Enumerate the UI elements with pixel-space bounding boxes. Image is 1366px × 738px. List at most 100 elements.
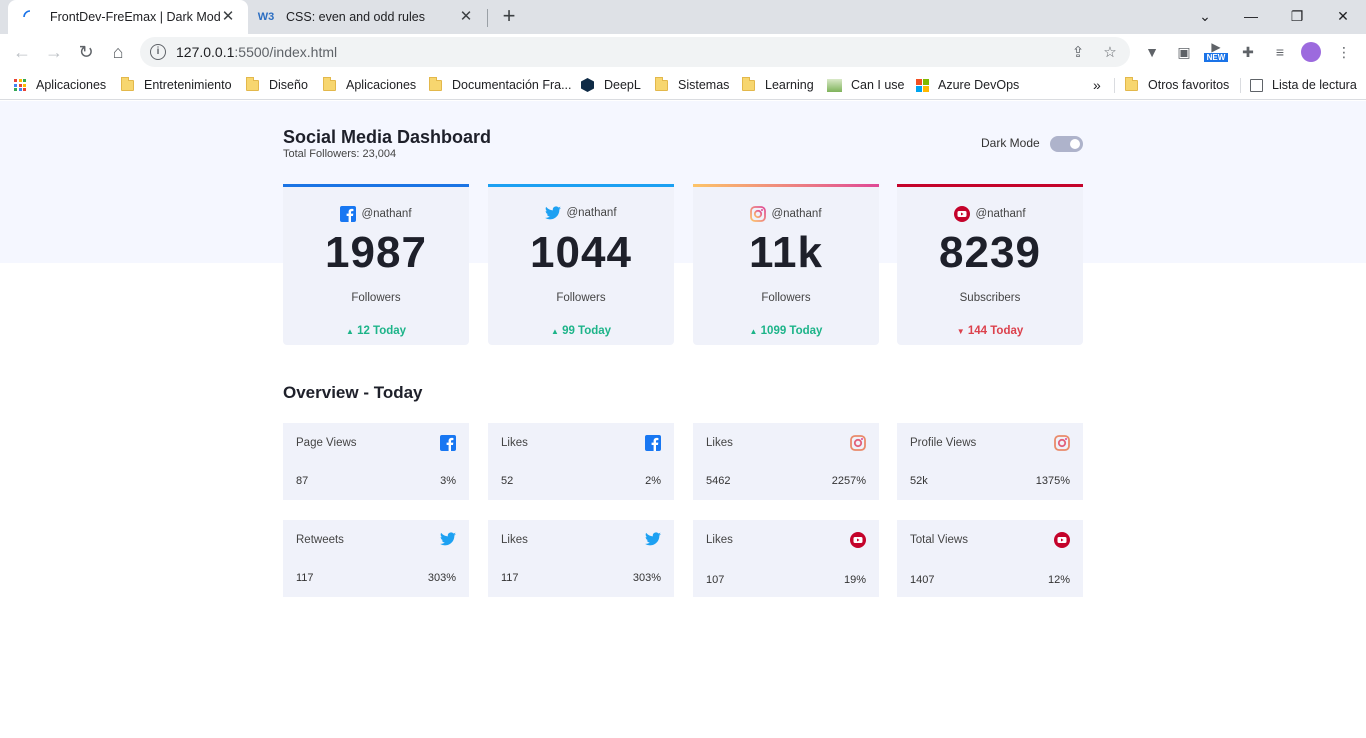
vpn-extension-icon[interactable]: ▼ [1142, 42, 1162, 62]
bookmark-deepl[interactable]: DeepL [581, 76, 641, 94]
card-accent-bar [897, 184, 1083, 187]
arrow-up-icon: ▲ [345, 327, 354, 336]
header-background [0, 101, 1366, 263]
overview-percent: 12% [1047, 574, 1070, 586]
daily-change: ▲ 99 Today [550, 325, 612, 337]
back-button[interactable]: ← [10, 40, 34, 64]
overview-value: 87 [296, 475, 309, 487]
home-button[interactable]: ⌂ [106, 40, 130, 64]
card-handle: @nathanf [693, 206, 879, 222]
card-facebook: @nathanf 1987 Followers ▲ 12 Today [283, 184, 469, 345]
follower-unit: Followers [761, 292, 811, 304]
browser-toolbar: ← → ↻ ⌂ i 127.0.0.1:5500/index.html ⇪ ☆ … [0, 34, 1366, 70]
overview-label: Retweets [296, 534, 344, 546]
reading-list-icon [1250, 78, 1263, 92]
reload-button[interactable]: ↻ [74, 40, 98, 64]
daily-change: ▼ 144 Today [956, 325, 1024, 337]
bookmarks-divider [1240, 78, 1241, 93]
twitter-icon [645, 532, 661, 551]
arrow-down-icon: ▼ [956, 327, 965, 336]
overview-label: Likes [501, 534, 528, 546]
folder-icon [655, 76, 668, 91]
extensions-puzzle-icon[interactable]: ✚ [1238, 42, 1258, 62]
extension-gray-icon[interactable]: ▣ [1174, 42, 1194, 62]
dark-mode-toggle[interactable] [1050, 136, 1083, 152]
new-tab-button[interactable]: + [498, 5, 520, 28]
facebook-icon [645, 435, 661, 456]
overview-value: 117 [296, 572, 314, 584]
tab-inactive[interactable]: W3 CSS: even and odd rules ✕ [250, 0, 486, 34]
media-queue-icon[interactable]: ≡ [1270, 42, 1290, 62]
overview-percent: 2% [645, 475, 661, 487]
reading-list-button[interactable]: Lista de lectura [1250, 76, 1357, 94]
bookmark-star-icon[interactable]: ☆ [1100, 43, 1120, 63]
site-info-icon[interactable]: i [150, 44, 166, 60]
card-accent-bar [488, 184, 674, 187]
w3-favicon-icon: W3 [257, 11, 275, 23]
overview-card-instagram-likes: Likes 5462 2257% [693, 423, 879, 500]
overview-percent: 303% [632, 572, 661, 584]
close-tab-icon[interactable]: ✕ [220, 9, 236, 25]
overview-percent: 303% [427, 572, 456, 584]
profile-avatar[interactable] [1301, 42, 1321, 62]
folder-icon [323, 76, 336, 91]
daily-change: ▲ 1099 Today [749, 325, 823, 337]
overview-card-youtube-total-views: Total Views 1407 12% [897, 520, 1083, 597]
overview-percent: 19% [843, 574, 866, 586]
bookmark-folder[interactable]: Documentación Fra... [429, 76, 572, 94]
twitter-icon [545, 206, 562, 220]
forward-button[interactable]: → [42, 40, 66, 64]
overview-value: 52k [910, 475, 928, 487]
bookmark-folder[interactable]: Aplicaciones [323, 76, 416, 94]
twitter-icon [440, 532, 456, 551]
browser-menu-icon[interactable]: ⋮ [1334, 42, 1354, 62]
bookmark-folder[interactable]: Sistemas [655, 76, 729, 94]
instagram-icon [1054, 435, 1070, 456]
overview-percent: 1375% [1035, 475, 1070, 487]
overview-value: 117 [501, 572, 519, 584]
close-window-button[interactable]: ✕ [1331, 4, 1355, 28]
bookmark-caniuse[interactable]: Can I use [827, 76, 905, 94]
address-bar[interactable]: i 127.0.0.1:5500/index.html ⇪ ☆ [140, 37, 1130, 67]
bookmark-apps[interactable]: Aplicaciones [14, 76, 106, 94]
overview-value: 1407 [910, 574, 935, 586]
card-twitter: @nathanf 1044 Followers ▲ 99 Today [488, 184, 674, 345]
overview-card-twitter-likes: Likes 117 303% [488, 520, 674, 597]
bookmark-azure[interactable]: Azure DevOps [916, 76, 1019, 94]
follower-count: 8239 [939, 228, 1041, 277]
overview-label: Page Views [296, 437, 357, 449]
spinner-icon [22, 9, 38, 25]
overview-card-facebook-likes: Likes 52 2% [488, 423, 674, 500]
new-extension-icon[interactable]: ▶ NEW [1204, 41, 1228, 62]
daily-change: ▲ 12 Today [345, 325, 407, 337]
overview-label: Likes [706, 534, 733, 546]
close-tab-icon[interactable]: ✕ [458, 9, 474, 25]
bookmark-folder[interactable]: Learning [742, 76, 814, 94]
overview-percent: 3% [440, 475, 456, 487]
folder-icon [742, 76, 755, 91]
bookmarks-overflow-button[interactable]: » [1093, 76, 1101, 94]
apps-grid-icon [14, 79, 26, 91]
bookmarks-bar: Aplicaciones Entretenimiento Diseño Apli… [0, 70, 1366, 100]
microsoft-icon [916, 78, 929, 92]
follower-unit: Followers [351, 292, 401, 304]
bookmark-folder[interactable]: Entretenimiento [121, 76, 232, 94]
url-text[interactable]: 127.0.0.1:5500/index.html [176, 44, 337, 60]
follower-count: 1044 [530, 228, 632, 277]
page-viewport: Social Media Dashboard Total Followers: … [0, 101, 1366, 738]
bookmark-other-favorites[interactable]: Otros favoritos [1125, 76, 1229, 94]
tab-active[interactable]: FrontDev-FreEmax | Dark Mode ✕ [8, 0, 248, 34]
overview-card-youtube-likes: Likes 107 19% [693, 520, 879, 597]
tab-search-icon[interactable]: ⌄ [1193, 4, 1217, 28]
instagram-icon [850, 435, 866, 456]
minimize-button[interactable]: — [1239, 4, 1263, 28]
restore-button[interactable]: ❐ [1285, 4, 1309, 28]
bookmark-folder[interactable]: Diseño [246, 76, 308, 94]
overview-label: Likes [706, 437, 733, 449]
share-icon[interactable]: ⇪ [1068, 43, 1088, 63]
overview-percent: 2257% [831, 475, 866, 487]
overview-card-twitter-retweets: Retweets 117 303% [283, 520, 469, 597]
card-accent-bar [283, 184, 469, 187]
follower-count: 1987 [325, 228, 427, 277]
arrow-up-icon: ▲ [550, 327, 559, 336]
